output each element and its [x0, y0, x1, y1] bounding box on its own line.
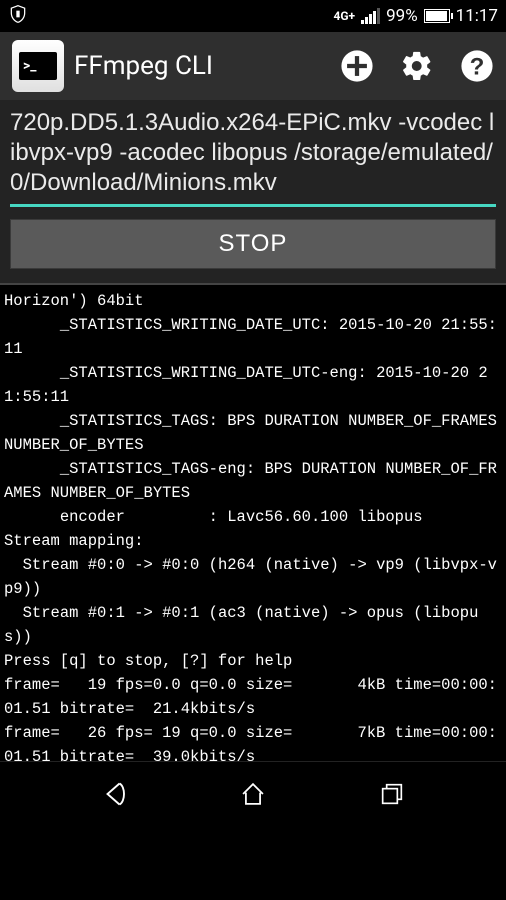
network-type-label: 4G+	[333, 11, 355, 21]
navigation-bar	[0, 761, 506, 825]
command-area: 720p.DD5.1.3Audio.x264-EPiC.mkv -vcodec …	[0, 100, 506, 283]
clock: 11:17	[456, 6, 498, 26]
command-input[interactable]: 720p.DD5.1.3Audio.x264-EPiC.mkv -vcodec …	[10, 108, 496, 207]
shield-icon	[8, 3, 28, 30]
app-icon: >_	[12, 40, 64, 92]
stop-button[interactable]: STOP	[10, 219, 496, 269]
app-title: FFmpeg CLI	[74, 51, 330, 81]
home-button[interactable]	[229, 770, 277, 818]
back-button[interactable]	[91, 770, 139, 818]
help-button[interactable]: ?	[460, 49, 494, 83]
signal-icon	[361, 8, 380, 24]
svg-text:?: ?	[470, 54, 485, 81]
status-bar: 4G+ 99% 11:17	[0, 0, 506, 32]
app-bar: >_ FFmpeg CLI ?	[0, 32, 506, 100]
battery-percent: 99%	[386, 6, 418, 26]
console-output[interactable]: Horizon') 64bit _STATISTICS_WRITING_DATE…	[0, 283, 506, 761]
recent-apps-button[interactable]	[368, 770, 416, 818]
battery-icon	[424, 9, 450, 23]
add-button[interactable]	[340, 49, 374, 83]
settings-button[interactable]	[400, 49, 434, 83]
